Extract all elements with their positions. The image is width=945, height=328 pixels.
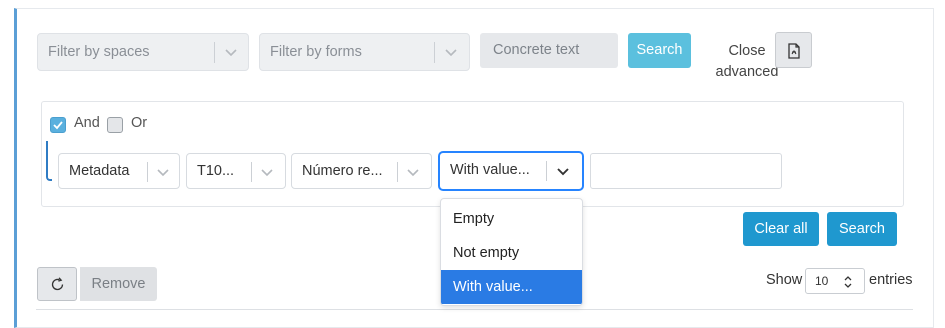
advanced-search-button[interactable]: Search <box>827 212 897 246</box>
filter-forms-select[interactable]: Filter by forms <box>259 33 470 71</box>
concrete-text-placeholder: Concrete text <box>493 42 580 58</box>
refresh-button[interactable] <box>37 267 77 301</box>
page-size-select[interactable]: 10 <box>805 268 865 294</box>
operator-option-with-value[interactable]: With value... <box>441 270 582 304</box>
filter-spaces-select[interactable]: Filter by spaces <box>37 33 249 71</box>
condition-value-input[interactable] <box>590 153 782 189</box>
clear-all-button[interactable]: Clear all <box>743 212 819 246</box>
concrete-text-input[interactable]: Concrete text <box>480 33 618 68</box>
and-checkbox[interactable] <box>50 117 66 133</box>
filter-spaces-placeholder: Filter by spaces <box>48 44 150 60</box>
entries-label: entries <box>869 272 913 288</box>
or-checkbox[interactable] <box>107 117 123 133</box>
operator-dropdown-menu: Empty Not empty With value... <box>440 198 583 306</box>
chevron-down-icon <box>557 168 569 176</box>
chevron-down-icon <box>261 169 273 177</box>
condition-operator-value: With value... <box>450 162 530 178</box>
filter-forms-placeholder: Filter by forms <box>270 44 362 60</box>
chevron-down-icon <box>157 169 169 177</box>
table-top-divider <box>36 309 913 310</box>
condition-group-bracket <box>46 141 52 181</box>
condition-field2-value: T10... <box>197 163 235 179</box>
export-button[interactable] <box>775 32 812 68</box>
remove-button[interactable]: Remove <box>80 267 157 301</box>
close-advanced-button[interactable]: Close advanced <box>710 41 784 83</box>
checkmark-icon <box>53 121 63 130</box>
chevron-down-icon <box>225 49 237 57</box>
condition-operator-select[interactable]: With value... <box>439 152 583 190</box>
condition-field2-select[interactable]: T10... <box>186 153 286 189</box>
show-label: Show <box>766 272 803 288</box>
condition-field3-value: Número re... <box>302 163 383 179</box>
operator-option-not-empty[interactable]: Not empty <box>441 236 582 270</box>
and-label: And <box>74 115 100 131</box>
chevron-down-icon <box>445 49 457 57</box>
condition-field3-select[interactable]: Número re... <box>291 153 432 189</box>
chevron-down-icon <box>407 169 419 177</box>
refresh-icon <box>51 277 64 291</box>
top-search-button[interactable]: Search <box>628 33 691 68</box>
document-icon <box>788 43 800 59</box>
or-label: Or <box>131 115 148 131</box>
operator-option-empty[interactable]: Empty <box>441 202 582 236</box>
sort-arrows-icon <box>844 276 852 288</box>
condition-field1-select[interactable]: Metadata <box>58 153 180 189</box>
page-size-value: 10 <box>815 274 829 288</box>
condition-field1-value: Metadata <box>69 163 130 179</box>
